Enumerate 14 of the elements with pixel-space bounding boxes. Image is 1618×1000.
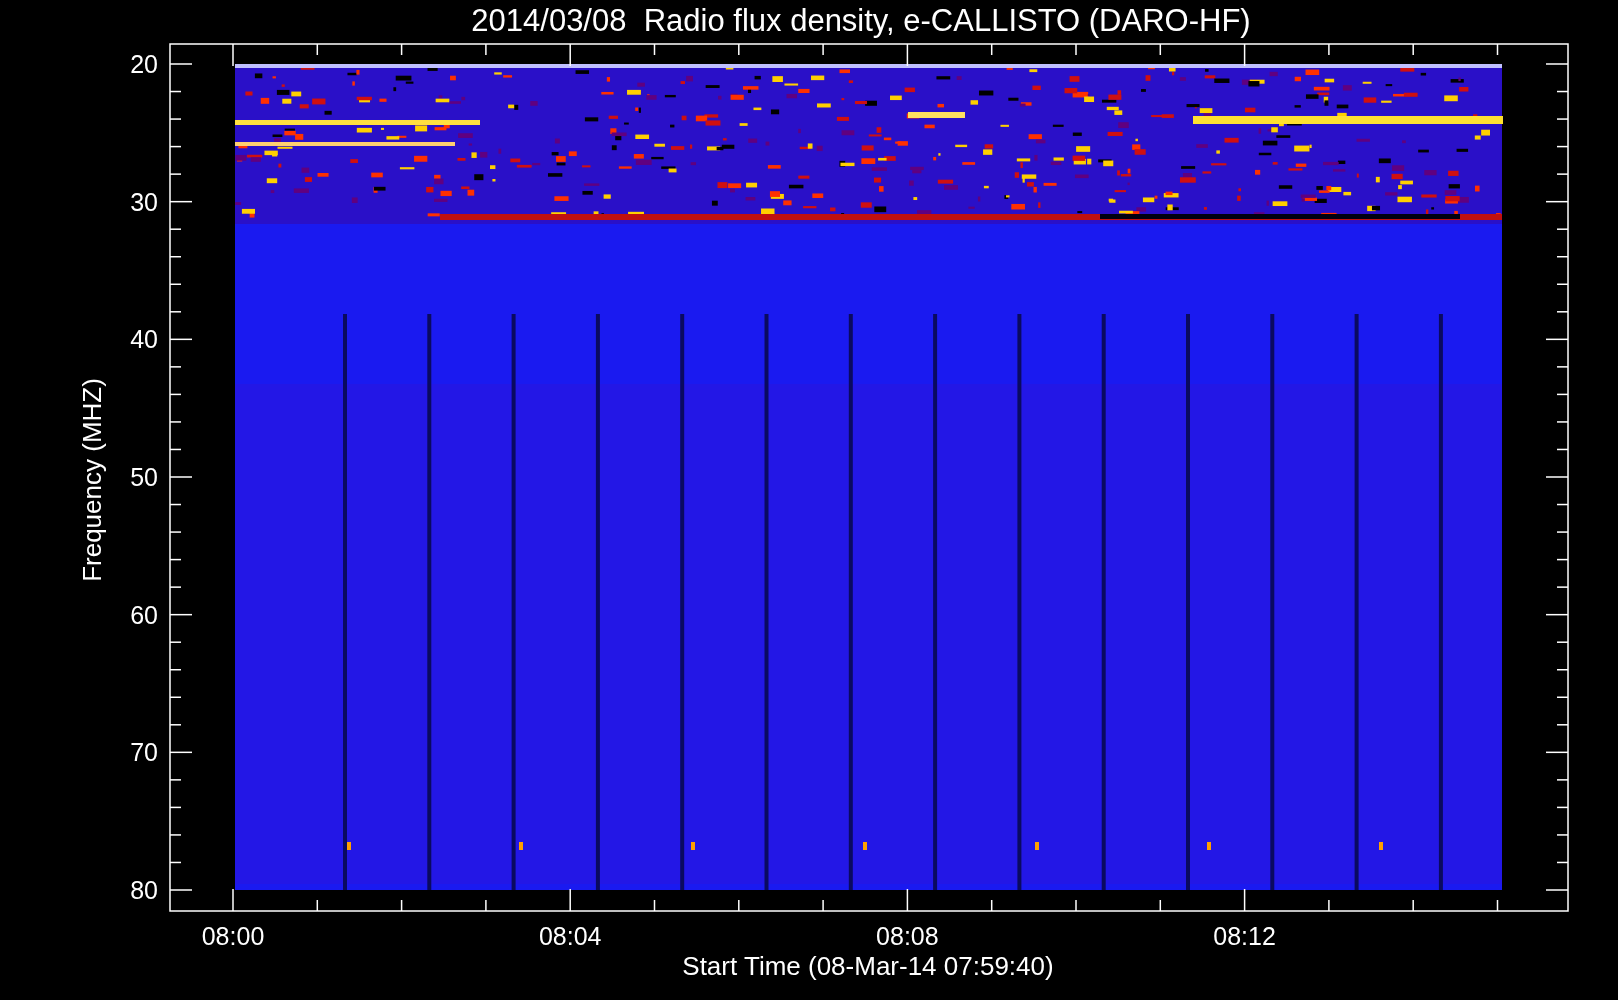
axis-title: Start Time (08-Mar-14 07:59:40) [682,951,1054,981]
tick-label: 08:00 [201,922,265,950]
tick-label: 50 [130,463,158,491]
tick-label: 20 [130,50,158,78]
tick-label: 08:08 [876,922,939,950]
tick-label: 60 [130,600,158,629]
tick-label: 30 [130,187,158,216]
chart-title: 2014/03/08 Radio flux density, e-CALLISTO (DARO-HF) [471,3,1251,38]
tick-label: 08:12 [1213,922,1276,950]
tick-label: 70 [130,738,158,767]
axis-title: Frequency (MHZ) [77,378,107,582]
tick-label: 80 [130,876,158,904]
tick-label: 40 [130,325,158,354]
tick-label: 08:04 [538,922,602,950]
